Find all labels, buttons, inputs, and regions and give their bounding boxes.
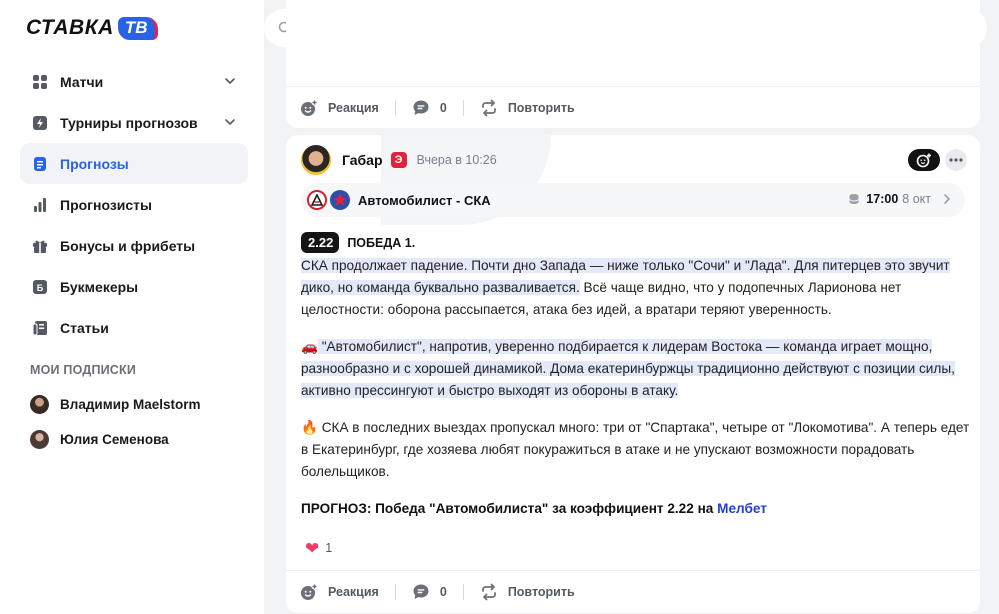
paragraph-text: СКА в последних выездах пропускал много:… bbox=[301, 420, 970, 479]
comments-count: 0 bbox=[439, 584, 447, 599]
post-actions: Реакция 0 Повторить bbox=[286, 570, 980, 612]
match-date: 8 окт bbox=[902, 192, 931, 206]
database-icon bbox=[849, 194, 860, 204]
bet-type: ПОБЕДА 1. bbox=[347, 235, 416, 250]
post-time: Вчера в 10:26 bbox=[416, 153, 497, 167]
sidebar-item-forecasters[interactable]: Прогнозисты bbox=[20, 184, 248, 225]
avatar[interactable] bbox=[301, 145, 331, 175]
sidebar-item-label: Прогнозисты bbox=[60, 196, 152, 213]
reaction-button[interactable]: Реакция bbox=[300, 99, 379, 117]
sidebar-item-label: Турниры прогнозов bbox=[60, 114, 198, 131]
comments-button[interactable]: 0 bbox=[412, 99, 447, 117]
highlighted-text: "Автомобилист", напротив, уверенно подби… bbox=[301, 339, 955, 398]
repeat-label: Повторить bbox=[507, 584, 575, 599]
sidebar-item-tournaments[interactable]: Турниры прогнозов bbox=[20, 102, 248, 143]
match-time: 17:00 bbox=[866, 192, 899, 206]
comments-button[interactable]: 0 bbox=[412, 583, 447, 601]
subscriptions-title: МОИ ПОДПИСКИ bbox=[30, 363, 137, 377]
matches-icon bbox=[32, 74, 48, 90]
post-card: Габар Э Вчера в 10:26 Автомобилист - СКА… bbox=[286, 135, 980, 613]
sidebar-item-articles[interactable]: Статьи bbox=[20, 307, 248, 348]
team-logo-icon bbox=[330, 190, 350, 210]
smile-plus-icon bbox=[301, 583, 318, 600]
sidebar-item-matches[interactable]: Матчи bbox=[20, 61, 248, 102]
post-card-previous: Реакция 0 Повторить bbox=[286, 0, 980, 128]
chevron-down-icon bbox=[225, 78, 235, 85]
match-teams: Автомобилист - СКА bbox=[358, 192, 491, 208]
comment-icon bbox=[413, 100, 429, 115]
divider bbox=[394, 99, 396, 116]
forecast-line: ПРОГНОЗ: Победа "Автомобилиста" за коэфф… bbox=[301, 498, 971, 520]
divider bbox=[462, 583, 464, 600]
reaction-button[interactable]: Реакция bbox=[300, 583, 379, 601]
gift-icon bbox=[32, 238, 48, 254]
forecast-text: ПРОГНОЗ: Победа "Автомобилиста" за коэфф… bbox=[301, 501, 718, 516]
logo-text: СТАВКА bbox=[26, 16, 114, 39]
document-icon bbox=[32, 156, 48, 172]
divider bbox=[394, 583, 396, 600]
subscription-name: Юлия Семенова bbox=[60, 431, 169, 447]
repeat-button[interactable]: Повторить bbox=[480, 583, 575, 601]
sidebar-item-bonuses[interactable]: Бонусы и фрибеты bbox=[20, 225, 248, 266]
sidebar-item-bookmakers[interactable]: Б Букмекеры bbox=[20, 266, 248, 307]
post-body: СКА продолжает падение. Почти дно Запада… bbox=[301, 255, 971, 535]
bookmaker-icon: Б bbox=[32, 279, 48, 295]
post-paragraph: СКА продолжает падение. Почти дно Запада… bbox=[301, 255, 971, 321]
bar-chart-icon bbox=[32, 197, 48, 213]
subscription-item[interactable]: Владимир Maelstorm bbox=[30, 393, 201, 415]
more-button[interactable] bbox=[945, 149, 967, 171]
post-header: Габар Э Вчера в 10:26 bbox=[301, 145, 497, 175]
sidebar-item-label: Прогнозы bbox=[60, 155, 129, 172]
repeat-label: Повторить bbox=[507, 100, 575, 115]
comments-count: 0 bbox=[439, 100, 447, 115]
repeat-button[interactable]: Повторить bbox=[480, 99, 575, 117]
repeat-icon bbox=[481, 99, 496, 116]
sidebar-item-label: Бонусы и фрибеты bbox=[60, 237, 196, 254]
fire-emoji-icon: 🔥 bbox=[301, 420, 318, 435]
divider bbox=[462, 99, 464, 116]
sidebar-nav: Матчи Турниры прогнозов Прогнозы Прогноз… bbox=[20, 61, 248, 348]
post-paragraph: 🚗 "Автомобилист", напротив, уверенно под… bbox=[301, 336, 971, 402]
sidebar-item-label: Матчи bbox=[60, 73, 104, 90]
avatar bbox=[30, 429, 49, 449]
sidebar-item-label: Статьи bbox=[60, 319, 109, 336]
reaction-count: 1 bbox=[325, 541, 333, 555]
reaction-label: Реакция bbox=[328, 100, 379, 115]
bet-info: 2.22 ПОБЕДА 1. bbox=[301, 232, 415, 253]
repeat-icon bbox=[481, 583, 496, 600]
lightning-icon bbox=[32, 115, 48, 131]
avatar bbox=[30, 394, 49, 414]
sidebar-item-label: Букмекеры bbox=[60, 278, 139, 295]
odds-badge: 2.22 bbox=[301, 232, 340, 253]
logo[interactable]: СТАВКА ТВ bbox=[26, 13, 159, 43]
post-header-actions bbox=[908, 149, 967, 171]
sidebar: СТАВКА ТВ Матчи Турниры прогнозов Прогно… bbox=[0, 0, 264, 614]
heart-icon: ❤ bbox=[305, 538, 320, 558]
bookmaker-badge: Э bbox=[390, 152, 407, 168]
car-emoji-icon: 🚗 bbox=[301, 339, 318, 354]
comment-icon bbox=[413, 584, 429, 599]
more-icon bbox=[949, 158, 963, 162]
subscription-name: Владимир Maelstorm bbox=[60, 396, 201, 412]
match-info: 17:00 8 окт bbox=[848, 192, 951, 206]
post-paragraph: 🔥 СКА в последних выездах пропускал мног… bbox=[301, 417, 971, 483]
post-actions: Реакция 0 Повторить bbox=[286, 86, 980, 128]
svg-text:Б: Б bbox=[37, 283, 44, 293]
match-link[interactable]: Автомобилист - СКА 17:00 8 окт bbox=[301, 183, 965, 217]
chevron-right-icon bbox=[944, 194, 951, 204]
articles-icon bbox=[32, 320, 48, 336]
add-reaction-button[interactable] bbox=[908, 149, 940, 171]
reaction-label: Реакция bbox=[328, 584, 379, 599]
reaction-chip[interactable]: ❤ 1 bbox=[301, 535, 338, 561]
author-name[interactable]: Габар bbox=[342, 152, 383, 168]
chevron-down-icon bbox=[225, 119, 235, 126]
smile-plus-icon bbox=[301, 99, 318, 116]
logo-badge: ТВ bbox=[117, 16, 159, 40]
subscription-item[interactable]: Юлия Семенова bbox=[30, 428, 169, 450]
sidebar-item-forecasts[interactable]: Прогнозы bbox=[20, 143, 248, 184]
team-logo-icon bbox=[307, 190, 327, 210]
smile-plus-icon bbox=[916, 153, 931, 168]
bookmaker-link[interactable]: Мелбет bbox=[717, 501, 767, 516]
